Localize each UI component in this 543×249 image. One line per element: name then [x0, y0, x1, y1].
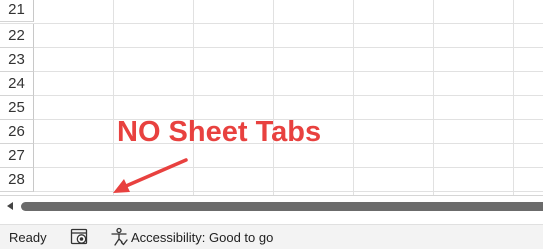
annotation-label: NO Sheet Tabs — [117, 116, 322, 148]
accessibility-status[interactable]: Accessibility: Good to go — [131, 230, 273, 245]
macro-record-icon[interactable] — [70, 228, 90, 246]
grid-row[interactable]: 22 — [0, 24, 543, 48]
accessibility-person-icon[interactable] — [109, 227, 129, 247]
row-header[interactable]: 28 — [0, 168, 34, 192]
row-header[interactable]: 25 — [0, 96, 34, 120]
scrollbar-thumb[interactable] — [21, 202, 543, 211]
row-header[interactable]: 27 — [0, 144, 34, 168]
row-header[interactable]: 21 — [0, 0, 34, 22]
grid-row[interactable]: 24 — [0, 72, 543, 96]
worksheet-grid[interactable]: 21 22 23 24 25 26 27 28 — [0, 0, 543, 195]
grid-row[interactable]: 21 — [0, 0, 543, 24]
triangle-left-icon[interactable] — [4, 200, 16, 212]
status-ready-text: Ready — [9, 230, 47, 245]
grid-row[interactable]: 28 — [0, 168, 543, 192]
row-header[interactable]: 26 — [0, 120, 34, 144]
spreadsheet-window: 21 22 23 24 25 26 27 28 Ready Accessibil… — [0, 0, 543, 249]
row-header[interactable]: 22 — [0, 24, 34, 48]
grid-row[interactable]: 23 — [0, 48, 543, 72]
row-header[interactable]: 23 — [0, 48, 34, 72]
row-header[interactable]: 24 — [0, 72, 34, 96]
status-bar: Ready Accessibility: Good to go — [0, 224, 543, 249]
horizontal-scrollbar[interactable] — [0, 195, 543, 216]
